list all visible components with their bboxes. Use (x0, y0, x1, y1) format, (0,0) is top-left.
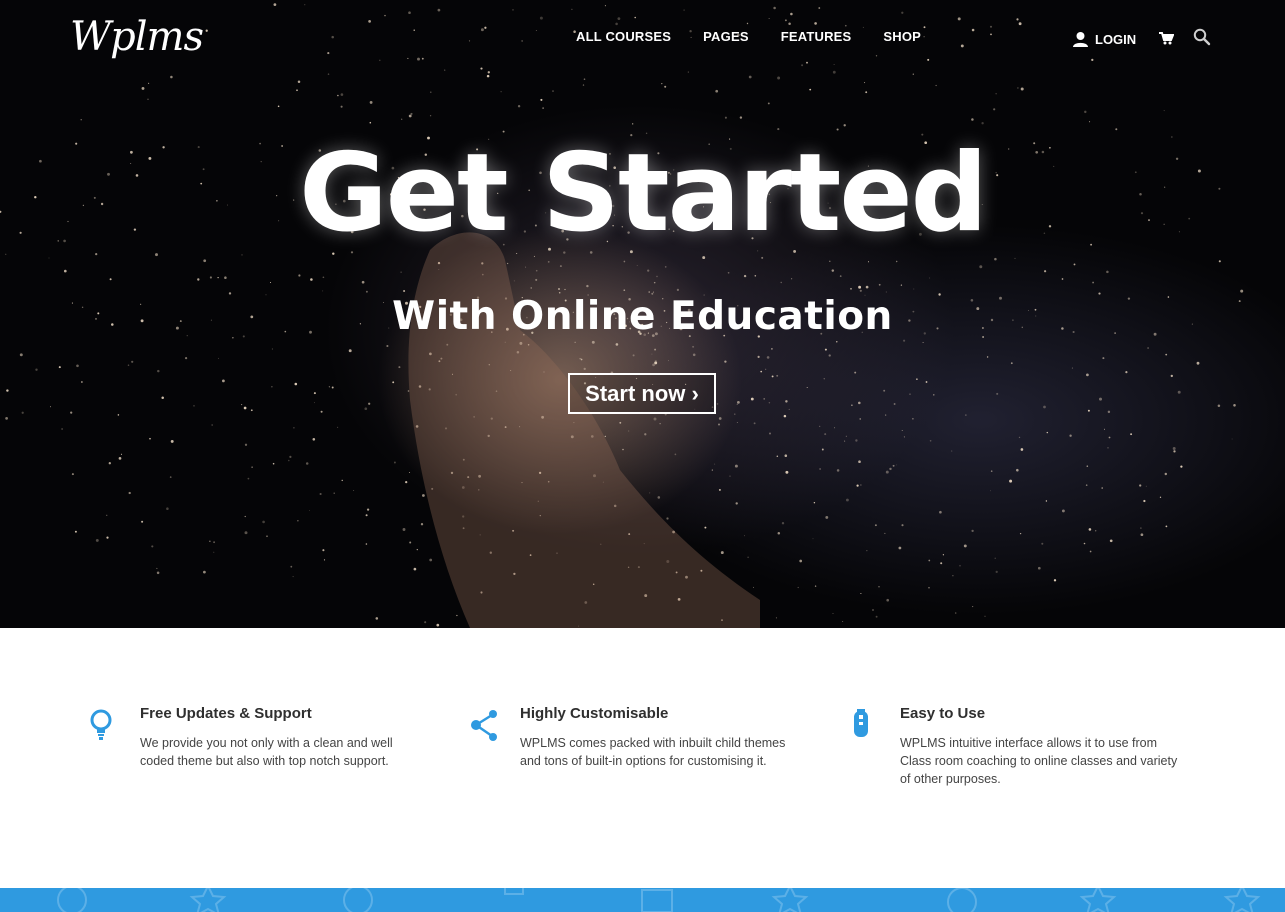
hero-subtitle: With Online Education (392, 294, 893, 339)
nav-item-all-courses[interactable]: ALL COURSES (560, 28, 687, 46)
feature-text: We provide you not only with a clean and… (140, 736, 393, 768)
hero-banner: Wplms ALL COURSES PAGES FEATURES SHOP LO… (0, 0, 1285, 628)
login-button[interactable]: LOGIN (1072, 29, 1136, 49)
test-tube-icon (854, 709, 868, 737)
login-label: LOGIN (1095, 31, 1137, 47)
lightbulb-icon (90, 709, 112, 740)
site-logo[interactable]: Wplms (70, 10, 204, 65)
feature-text: WPLMS comes packed with inbuilt child th… (520, 736, 786, 768)
user-icon (1073, 32, 1088, 47)
nav-item-features[interactable]: FEATURES (765, 28, 868, 46)
search-button[interactable] (1193, 28, 1211, 51)
nav-item-pages[interactable]: PAGES (687, 28, 765, 46)
main-nav: ALL COURSES PAGES FEATURES SHOP (560, 28, 937, 46)
decorative-pattern (57, 888, 1261, 912)
cart-button[interactable] (1158, 30, 1175, 51)
feature-title: Highly Customisable (520, 705, 669, 722)
nav-item-shop[interactable]: SHOP (867, 28, 937, 46)
feature-title: Easy to Use (900, 705, 986, 722)
start-now-button[interactable]: Start now › (568, 373, 716, 414)
footer-pattern-band (0, 888, 1285, 912)
feature-text: WPLMS intuitive interface allows it to u… (900, 736, 1178, 786)
feature-title: Free Updates & Support (140, 705, 312, 722)
hero-title: Get Started (299, 131, 988, 256)
features-section: Free Updates & Support We provide you no… (0, 628, 1285, 888)
share-icon (471, 710, 497, 741)
cart-icon (1159, 32, 1175, 45)
search-icon (1193, 28, 1211, 46)
